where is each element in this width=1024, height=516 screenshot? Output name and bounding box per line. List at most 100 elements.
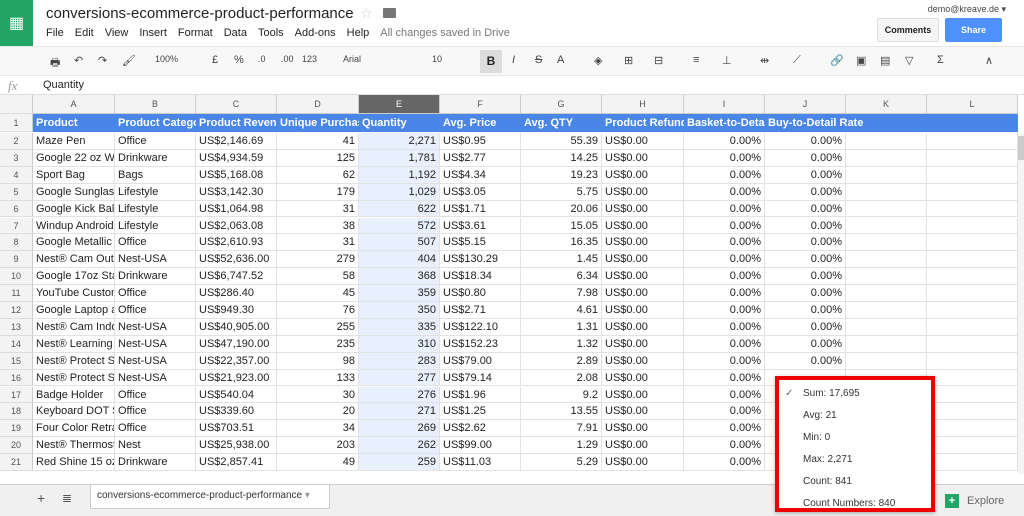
table-cell[interactable]: 0.00% bbox=[684, 352, 765, 370]
table-cell[interactable] bbox=[846, 217, 927, 235]
table-cell[interactable]: 0.00% bbox=[684, 251, 765, 269]
menu-format[interactable]: Format bbox=[178, 27, 213, 39]
table-cell[interactable]: 0.00% bbox=[684, 183, 765, 201]
row-header[interactable]: 3 bbox=[0, 149, 33, 167]
more-formats-button[interactable]: 123 bbox=[302, 54, 317, 64]
table-cell[interactable]: 0.00% bbox=[684, 268, 765, 286]
column-header-i[interactable]: I bbox=[684, 95, 765, 114]
table-cell[interactable] bbox=[927, 318, 1018, 336]
table-cell[interactable]: 4.61 bbox=[521, 302, 602, 319]
table-cell[interactable]: 0.00% bbox=[684, 133, 765, 150]
stat-sum[interactable]: Sum: 17,695 bbox=[803, 388, 860, 399]
table-cell[interactable]: Drinkware bbox=[115, 149, 196, 167]
table-cell[interactable]: 0.00% bbox=[765, 166, 846, 184]
table-cell[interactable]: 62 bbox=[277, 166, 359, 184]
table-cell[interactable]: 76 bbox=[277, 302, 359, 319]
row-header[interactable]: 14 bbox=[0, 335, 33, 353]
table-cell[interactable] bbox=[846, 268, 927, 286]
table-cell[interactable]: Red Shine 15 oz bbox=[33, 454, 115, 471]
table-cell[interactable]: Bags bbox=[115, 166, 196, 184]
table-cell[interactable]: 1,781 bbox=[359, 149, 440, 167]
table-cell[interactable]: 38 bbox=[277, 217, 359, 235]
header-cell[interactable]: Avg. QTY bbox=[521, 114, 602, 132]
table-cell[interactable]: US$0.00 bbox=[602, 200, 684, 218]
table-cell[interactable]: 350 bbox=[359, 302, 440, 319]
table-cell[interactable]: Office bbox=[115, 133, 196, 150]
table-cell[interactable]: 1,192 bbox=[359, 166, 440, 184]
menu-addons[interactable]: Add-ons bbox=[295, 27, 336, 39]
table-cell[interactable]: Office bbox=[115, 285, 196, 302]
row-header[interactable]: 17 bbox=[0, 386, 33, 404]
table-cell[interactable] bbox=[846, 149, 927, 167]
row-header[interactable]: 9 bbox=[0, 251, 33, 269]
table-cell[interactable]: Google 22 oz Water bbox=[33, 149, 115, 167]
redo-icon[interactable]: ↷ bbox=[98, 54, 107, 67]
table-cell[interactable]: US$0.00 bbox=[602, 268, 684, 286]
table-cell[interactable]: US$47,190.00 bbox=[196, 335, 277, 353]
table-cell[interactable]: 0.00% bbox=[765, 200, 846, 218]
table-cell[interactable]: 14.25 bbox=[521, 149, 602, 167]
table-cell[interactable] bbox=[846, 200, 927, 218]
table-cell[interactable]: 0.00% bbox=[684, 437, 765, 455]
menu-help[interactable]: Help bbox=[347, 27, 370, 39]
table-cell[interactable]: Google Metallic Notebook bbox=[33, 234, 115, 252]
table-cell[interactable]: 31 bbox=[277, 200, 359, 218]
table-cell[interactable]: US$2,857.41 bbox=[196, 454, 277, 471]
table-cell[interactable]: 15.05 bbox=[521, 217, 602, 235]
table-cell[interactable]: US$2.62 bbox=[440, 420, 521, 438]
table-cell[interactable] bbox=[846, 183, 927, 201]
table-cell[interactable] bbox=[927, 386, 1018, 404]
table-cell[interactable]: US$1.71 bbox=[440, 200, 521, 218]
table-cell[interactable]: 0.00% bbox=[684, 454, 765, 471]
table-cell[interactable]: 0.00% bbox=[765, 268, 846, 286]
table-cell[interactable]: 622 bbox=[359, 200, 440, 218]
column-header-k[interactable]: K bbox=[846, 95, 927, 114]
table-cell[interactable]: 359 bbox=[359, 285, 440, 302]
table-cell[interactable]: 19.23 bbox=[521, 166, 602, 184]
table-cell[interactable]: US$0.00 bbox=[602, 420, 684, 438]
table-cell[interactable]: 55.39 bbox=[521, 133, 602, 150]
table-cell[interactable]: 34 bbox=[277, 420, 359, 438]
row-header[interactable]: 15 bbox=[0, 352, 33, 370]
table-cell[interactable] bbox=[927, 403, 1018, 421]
table-cell[interactable] bbox=[846, 166, 927, 184]
table-cell[interactable]: 1.32 bbox=[521, 335, 602, 353]
functions-icon[interactable]: Σ bbox=[937, 54, 944, 66]
table-cell[interactable]: US$0.00 bbox=[602, 251, 684, 269]
table-cell[interactable]: 125 bbox=[277, 149, 359, 167]
table-cell[interactable]: 0.00% bbox=[684, 386, 765, 404]
header-cell[interactable]: Product bbox=[33, 114, 115, 132]
table-cell[interactable]: 9.2 bbox=[521, 386, 602, 404]
table-cell[interactable] bbox=[846, 251, 927, 269]
table-cell[interactable]: Nest® Learning Thermostat bbox=[33, 335, 115, 353]
menu-view[interactable]: View bbox=[105, 27, 129, 39]
row-header[interactable]: 10 bbox=[0, 268, 33, 286]
table-cell[interactable]: 310 bbox=[359, 335, 440, 353]
table-cell[interactable]: US$0.00 bbox=[602, 403, 684, 421]
column-header-h[interactable]: H bbox=[602, 95, 684, 114]
table-cell[interactable]: 0.00% bbox=[684, 369, 765, 387]
table-cell[interactable]: Keyboard DOT Sticker bbox=[33, 403, 115, 421]
formula-input[interactable]: Quantity bbox=[43, 79, 84, 91]
table-cell[interactable]: 133 bbox=[277, 369, 359, 387]
table-cell[interactable] bbox=[927, 420, 1018, 438]
table-cell[interactable]: US$0.00 bbox=[602, 437, 684, 455]
table-cell[interactable] bbox=[846, 318, 927, 336]
table-cell[interactable]: 1.29 bbox=[521, 437, 602, 455]
table-cell[interactable]: 58 bbox=[277, 268, 359, 286]
table-cell[interactable]: US$0.00 bbox=[602, 454, 684, 471]
chart-icon[interactable]: ▤ bbox=[880, 54, 890, 67]
table-cell[interactable] bbox=[927, 217, 1018, 235]
table-cell[interactable]: US$152.23 bbox=[440, 335, 521, 353]
merge-cells-icon[interactable]: ⊟ bbox=[654, 54, 663, 67]
table-cell[interactable]: US$1.96 bbox=[440, 386, 521, 404]
row-header[interactable]: 4 bbox=[0, 166, 33, 184]
table-cell[interactable]: 0.00% bbox=[765, 352, 846, 370]
table-cell[interactable]: Four Color Retractable bbox=[33, 420, 115, 438]
table-cell[interactable]: 7.91 bbox=[521, 420, 602, 438]
table-cell[interactable] bbox=[927, 268, 1018, 286]
table-cell[interactable]: 0.00% bbox=[765, 133, 846, 150]
row-header[interactable]: 11 bbox=[0, 285, 33, 302]
table-cell[interactable] bbox=[927, 251, 1018, 269]
table-cell[interactable]: 49 bbox=[277, 454, 359, 471]
